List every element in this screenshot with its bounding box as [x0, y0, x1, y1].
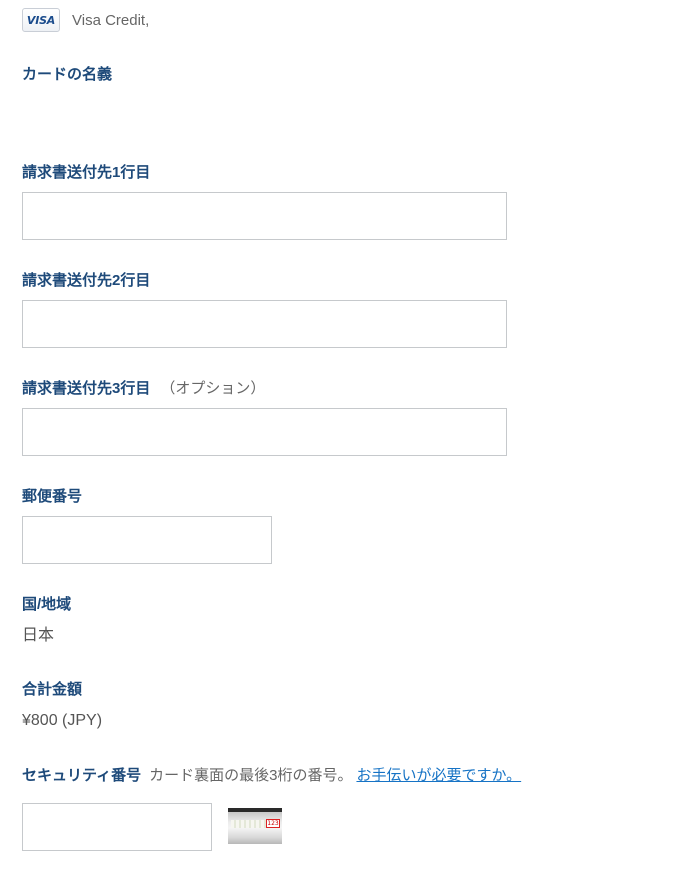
optional-note: （オプション） [160, 380, 266, 397]
postal-code-input[interactable] [22, 516, 272, 564]
address-line3-label: 請求書送付先3行目 [22, 380, 151, 397]
address-line2-input[interactable] [22, 300, 507, 348]
address-line3-label-group: 請求書送付先3行目 （オプション） [22, 379, 265, 399]
address-line1-input[interactable] [22, 192, 507, 240]
security-code-input[interactable] [22, 803, 212, 851]
country-label: 国/地域 [22, 596, 72, 613]
address-line2-label: 請求書送付先2行目 [22, 272, 151, 289]
total-amount-value: ¥800 (JPY) [22, 712, 103, 729]
security-code-hint: カード裏面の最後3桁の番号。 [149, 767, 353, 784]
billing-form: VISA Visa Credit, カードの名義 請求書送付先1行目 請求書送付… [0, 0, 691, 871]
security-code-label-group: セキュリティ番号 カード裏面の最後3桁の番号。 お手伝いが必要ですか。 [22, 766, 521, 786]
signature-strip [231, 820, 267, 828]
visa-badge-text: VISA [26, 13, 56, 27]
card-description: Visa Credit, [72, 12, 150, 29]
visa-card-icon: VISA [22, 8, 60, 32]
security-code-label: セキュリティ番号 [22, 767, 142, 784]
country-value: 日本 [22, 627, 55, 644]
postal-code-label: 郵便番号 [22, 488, 83, 505]
cardholder-label: カードの名義 [22, 66, 113, 83]
help-link[interactable]: お手伝いが必要ですか。 [356, 767, 521, 784]
total-amount-label: 合計金額 [22, 681, 83, 698]
address-line3-input[interactable] [22, 408, 507, 456]
cvv-sample-code: 123 [266, 819, 280, 828]
address-line1-label: 請求書送付先1行目 [22, 164, 151, 181]
card-back-cvv-icon: 123 [228, 808, 282, 844]
